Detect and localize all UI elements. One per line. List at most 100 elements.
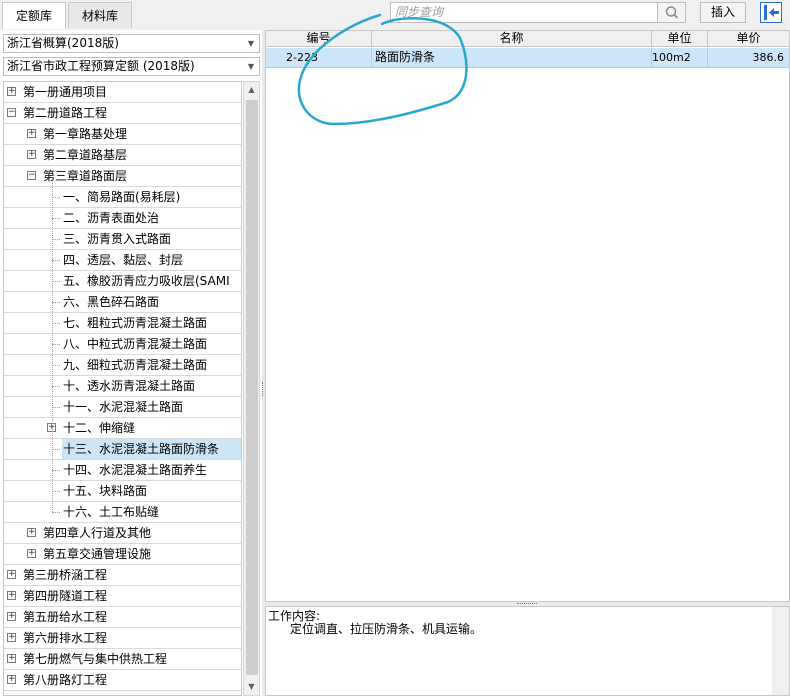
tree-item[interactable]: 十一、水泥混凝土路面 <box>4 397 241 418</box>
tree-item[interactable]: − 第三章道路面层 <box>4 166 241 187</box>
collapse-icon[interactable]: − <box>7 108 16 117</box>
tree-item[interactable]: 五、橡胶沥青应力吸收层(SAMI <box>4 271 241 292</box>
tree-item-label: 八、中粒式沥青混凝土路面 <box>63 337 208 351</box>
tree-item[interactable]: + 第三册桥涵工程 <box>4 565 241 586</box>
expand-icon[interactable]: + <box>7 633 16 642</box>
tree-item[interactable]: 九、细粒式沥青混凝土路面 <box>4 355 241 376</box>
tree-item[interactable]: 七、粗粒式沥青混凝土路面 <box>4 313 241 334</box>
tree-item-label: 十、透水沥青混凝土路面 <box>63 379 196 393</box>
tree-item[interactable]: + 十二、伸缩缝 <box>4 418 241 439</box>
tree-item[interactable]: 十四、水泥混凝土路面养生 <box>4 460 241 481</box>
tree-item[interactable]: 三、沥青贯入式路面 <box>4 229 241 250</box>
tree-item[interactable]: 十五、块料路面 <box>4 481 241 502</box>
tree-connector <box>52 323 60 324</box>
expand-icon[interactable]: + <box>27 129 36 138</box>
tree-item[interactable]: + 第七册燃气与集中供热工程 <box>4 649 241 670</box>
tree-item-label: 一、简易路面(易耗层) <box>63 190 181 204</box>
tree-item-label: 第三册桥涵工程 <box>23 568 108 582</box>
tree-connector <box>52 260 60 261</box>
tree-item[interactable]: − 第二册道路工程 <box>4 103 241 124</box>
tree-item-label: 第五册给水工程 <box>23 610 108 624</box>
column-header-price[interactable]: 单价 <box>708 31 789 47</box>
tree-connector <box>52 197 60 198</box>
tree-item-label: 十五、块料路面 <box>63 484 148 498</box>
column-header-code[interactable]: 编号 <box>266 31 372 47</box>
scrollbar-thumb[interactable] <box>246 100 258 675</box>
tree-connector <box>52 218 60 219</box>
expand-icon[interactable]: + <box>27 150 36 159</box>
tree-item-label: 第一册通用项目 <box>23 85 108 99</box>
tree-item-label: 第三章道路面层 <box>43 169 128 183</box>
tree-item[interactable]: + 第一册通用项目 <box>4 82 241 103</box>
tree-item-label: 第二章道路基层 <box>43 148 128 162</box>
left-panel: 浙江省概算(2018版) ▼ 浙江省市政工程预算定额 (2018版) ▼ + 第一… <box>0 30 262 696</box>
expand-icon[interactable]: + <box>7 87 16 96</box>
tree-connector <box>52 470 60 471</box>
chevron-down-icon[interactable]: ▼ <box>243 35 259 52</box>
tree-connector <box>52 449 60 450</box>
tree-connector <box>52 183 53 512</box>
insert-button[interactable]: 插入 <box>700 2 746 23</box>
splitter-grip-icon[interactable] <box>517 603 537 604</box>
scroll-up-icon[interactable]: ▲ <box>244 82 259 98</box>
tree-item[interactable]: + 第六册排水工程 <box>4 628 241 649</box>
tree-item[interactable]: 十六、土工布贴缝 <box>4 502 241 523</box>
tree-item[interactable]: + 第五册给水工程 <box>4 607 241 628</box>
tree-connector <box>52 365 60 366</box>
collapse-icon[interactable]: − <box>27 171 36 180</box>
tree-item-label: 十三、水泥混凝土路面防滑条 <box>62 439 241 459</box>
work-content-scrollbar[interactable] <box>772 607 789 695</box>
expand-icon[interactable]: + <box>7 675 16 684</box>
work-content-body: 定位调直、拉压防滑条、机具运输。 <box>290 622 483 636</box>
exit-panel-button[interactable] <box>760 2 782 23</box>
expand-icon[interactable]: + <box>7 591 16 600</box>
tree-item[interactable]: + 第一章路基处理 <box>4 124 241 145</box>
expand-icon[interactable]: + <box>27 549 36 558</box>
tree-connector <box>52 386 60 387</box>
quota-grid: 编号 名称 单位 单价 2-223 路面防滑条 100m2 386.6 <box>265 30 790 602</box>
tree-item[interactable]: + 第四章人行道及其他 <box>4 523 241 544</box>
tab-material-library[interactable]: 材料库 <box>68 2 132 28</box>
tree-item-label: 第四章人行道及其他 <box>43 526 152 540</box>
tree-item-label: 十二、伸缩缝 <box>63 421 136 435</box>
search-button[interactable] <box>658 2 686 23</box>
tree-item[interactable]: 十、透水沥青混凝土路面 <box>4 376 241 397</box>
tree-connector <box>52 491 60 492</box>
tree-item[interactable]: 二、沥青表面处治 <box>4 208 241 229</box>
column-header-name[interactable]: 名称 <box>372 31 652 47</box>
tree-item-label: 五、橡胶沥青应力吸收层(SAMI <box>63 274 230 288</box>
tree-item[interactable]: 一、简易路面(易耗层) <box>4 187 241 208</box>
search-input[interactable]: 同步查询 <box>390 2 658 23</box>
tree-item-label: 九、细粒式沥青混凝土路面 <box>63 358 208 372</box>
tree-item-label: 第二册道路工程 <box>23 106 108 120</box>
exit-panel-icon <box>764 5 779 20</box>
expand-icon[interactable]: + <box>27 528 36 537</box>
cell-unit: 100m2 <box>652 48 708 67</box>
tree-item-label: 第六册排水工程 <box>23 631 108 645</box>
tree-item-label: 三、沥青贯入式路面 <box>63 232 172 246</box>
tree-item[interactable]: + 第四册隧道工程 <box>4 586 241 607</box>
column-header-unit[interactable]: 单位 <box>652 31 708 47</box>
expand-icon[interactable]: + <box>7 654 16 663</box>
tree-item[interactable]: 八、中粒式沥青混凝土路面 <box>4 334 241 355</box>
norm-select[interactable]: 浙江省市政工程预算定额 (2018版) ▼ <box>3 57 260 76</box>
tab-quota-library[interactable]: 定额库 <box>2 2 66 29</box>
tree-item[interactable]: 六、黑色碎石路面 <box>4 292 241 313</box>
grid-header: 编号 名称 单位 单价 <box>266 31 789 47</box>
expand-icon[interactable]: + <box>7 612 16 621</box>
table-row[interactable]: 2-223 路面防滑条 100m2 386.6 <box>266 48 789 68</box>
tree-item[interactable]: + 第二章道路基层 <box>4 145 241 166</box>
chevron-down-icon[interactable]: ▼ <box>243 58 259 75</box>
top-bar: 定额库 材料库 同步查询 插入 <box>0 0 790 29</box>
region-select[interactable]: 浙江省概算(2018版) ▼ <box>3 34 260 53</box>
expand-icon[interactable]: + <box>7 570 16 579</box>
tree-connector <box>52 239 60 240</box>
tree-item[interactable]: 四、透层、黏层、封层 <box>4 250 241 271</box>
tree-item-label: 六、黑色碎石路面 <box>63 295 160 309</box>
tree-item[interactable]: + 第八册路灯工程 <box>4 670 241 691</box>
tree-scrollbar[interactable]: ▲ ▼ <box>243 81 260 696</box>
tree-item-label: 七、粗粒式沥青混凝土路面 <box>63 316 208 330</box>
tree-item[interactable]: + 第五章交通管理设施 <box>4 544 241 565</box>
scroll-down-icon[interactable]: ▼ <box>244 679 259 695</box>
tree-item[interactable]: 十三、水泥混凝土路面防滑条 <box>4 439 241 460</box>
